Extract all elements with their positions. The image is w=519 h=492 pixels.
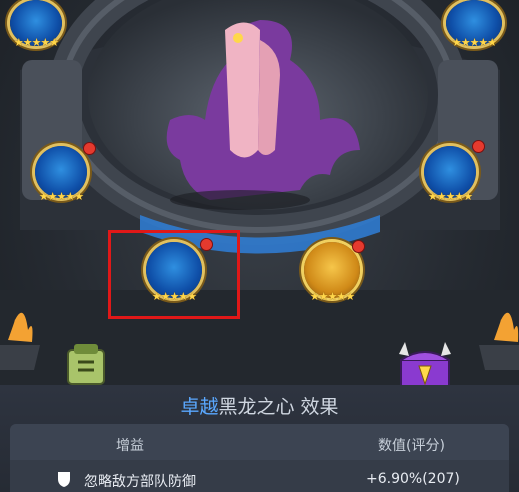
star-rating: ★★★★★ <box>451 36 497 49</box>
notification-dot <box>352 240 365 253</box>
notification-dot <box>472 140 485 153</box>
column-header-buff: 增益 <box>116 438 144 454</box>
table-header: 增益 数值(评分) <box>10 424 509 460</box>
effect-panel-title: 卓越黑龙之心 效果 <box>0 392 519 419</box>
effect-table: 增益 数值(评分) 忽略敌方部队防御 +6.90%(207) <box>10 424 509 492</box>
title-rarity: 卓越 <box>180 396 219 418</box>
star-rating: ★★★★★ <box>309 290 355 303</box>
star-rating: ★★★★★ <box>38 190 84 203</box>
dragon-wing-badge-mid-left[interactable]: ★★★★★ <box>35 142 96 203</box>
star-rating: ★★★★★ <box>13 36 59 49</box>
black-dragon-figure <box>166 20 360 210</box>
selection-highlight-box <box>108 230 240 319</box>
star-rating: ★★★★★ <box>427 190 473 203</box>
column-header-value: 数值(评分) <box>378 438 445 454</box>
title-name: 黑龙之心 效果 <box>218 396 339 418</box>
buff-value: +6.90%(207) <box>366 471 460 487</box>
shield-icon <box>58 472 70 487</box>
dragon-gem-badge-top-left[interactable]: ★★★★★ <box>10 0 62 49</box>
dragon-heart-badge-gold[interactable]: ★★★★★ <box>304 240 365 303</box>
game-screen: ★★★★★ ★★★★★ ★★★★★ ★★★★★ ★★★★★ ★★★★★ 卓越黑龙… <box>0 0 519 492</box>
dragon-wing-badge-mid-right[interactable]: ★★★★★ <box>424 140 485 203</box>
dragon-gem-badge-top-right[interactable]: ★★★★★ <box>446 0 502 49</box>
buff-name: 忽略敌方部队防御 <box>84 474 196 490</box>
notification-dot <box>83 142 96 155</box>
